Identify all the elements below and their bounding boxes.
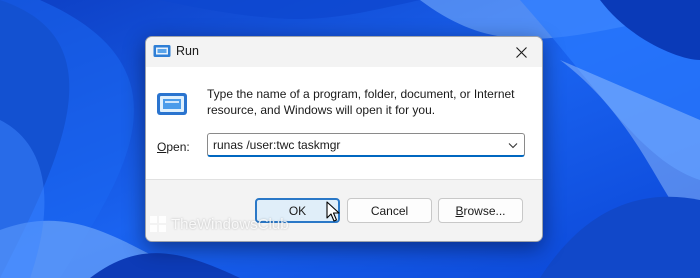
thewindowsclub-logo — [150, 216, 166, 232]
run-dialog: Run Type the name of a program, folder, … — [145, 36, 543, 242]
window-title: Run — [176, 44, 199, 58]
close-button[interactable] — [500, 37, 542, 67]
title-bar[interactable]: Run — [146, 37, 542, 67]
open-label: Open: — [157, 140, 190, 154]
browse-button[interactable]: Browse... — [438, 198, 523, 223]
browse-label-rest: rowse... — [463, 203, 506, 218]
watermark-text: TheWindowsClub — [171, 215, 289, 233]
mouse-pointer-icon — [326, 201, 340, 222]
close-icon — [515, 46, 527, 58]
dialog-content: Type the name of a program, folder, docu… — [146, 67, 542, 179]
run-program-icon — [157, 93, 187, 115]
open-label-rest: pen: — [166, 140, 190, 154]
description-text: Type the name of a program, folder, docu… — [207, 87, 515, 117]
open-combobox[interactable] — [207, 133, 525, 157]
open-label-mnemonic: O — [157, 140, 167, 154]
command-input[interactable] — [208, 134, 503, 155]
chevron-down-icon[interactable] — [507, 139, 519, 151]
watermark: TheWindowsClub — [149, 215, 289, 233]
browse-mnemonic: B — [455, 203, 464, 218]
cancel-button[interactable]: Cancel — [347, 198, 432, 223]
run-icon — [153, 45, 171, 57]
